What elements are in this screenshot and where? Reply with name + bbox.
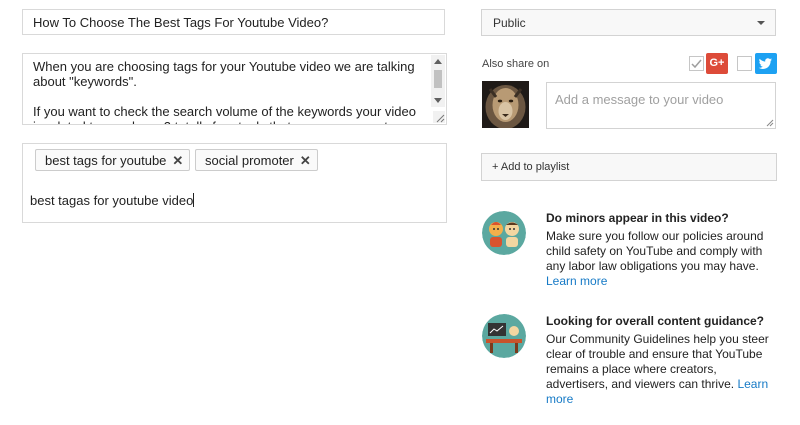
share-message-placeholder: Add a message to your video bbox=[555, 92, 724, 107]
twitter-icon[interactable] bbox=[755, 53, 777, 74]
scroll-up-icon[interactable] bbox=[434, 59, 442, 64]
resize-grip-icon[interactable] bbox=[764, 117, 774, 127]
description-text: When you are choosing tags for your Yout… bbox=[33, 59, 418, 124]
tag-chip: social promoter ✕ bbox=[195, 149, 318, 171]
presentation-icon bbox=[482, 314, 526, 358]
remove-tag-icon[interactable]: ✕ bbox=[300, 153, 311, 168]
tag-chip: best tags for youtube ✕ bbox=[35, 149, 191, 171]
children-icon bbox=[482, 211, 526, 255]
description-textarea[interactable]: When you are choosing tags for your Yout… bbox=[22, 53, 447, 125]
tag-input-text: best tagas for youtube video bbox=[30, 193, 194, 208]
remove-tag-icon[interactable]: ✕ bbox=[172, 153, 183, 168]
scroll-thumb[interactable] bbox=[434, 70, 442, 88]
minors-body: Make sure you follow our policies around… bbox=[546, 229, 776, 289]
privacy-selected-value: Public bbox=[493, 16, 526, 30]
minors-body-text: Make sure you follow our policies around… bbox=[546, 229, 764, 273]
guidance-title: Looking for overall content guidance? bbox=[546, 314, 765, 328]
privacy-dropdown[interactable]: Public bbox=[481, 9, 776, 36]
resize-grip-icon[interactable] bbox=[433, 111, 445, 123]
google-plus-icon[interactable]: G+ bbox=[706, 53, 728, 74]
tag-input[interactable]: best tagas for youtube video bbox=[30, 193, 195, 208]
add-to-playlist-button[interactable]: + Add to playlist bbox=[481, 153, 777, 181]
description-paragraph-2: If you want to check the search volume o… bbox=[33, 104, 416, 124]
minors-title: Do minors appear in this video? bbox=[546, 211, 729, 225]
chevron-down-icon bbox=[757, 21, 765, 25]
tag-label: best tags for youtube bbox=[45, 153, 167, 168]
description-paragraph-1: When you are choosing tags for your Yout… bbox=[33, 59, 415, 89]
checkmark-icon bbox=[691, 59, 702, 69]
guidance-body-text: Our Community Guidelines help you steer … bbox=[546, 332, 769, 391]
text-caret bbox=[193, 193, 195, 207]
tags-field[interactable]: best tags for youtube ✕ social promoter ✕ … bbox=[22, 143, 447, 223]
minors-learn-more-link[interactable]: Learn more bbox=[546, 274, 607, 288]
avatar bbox=[482, 81, 529, 128]
video-title-input[interactable]: How To Choose The Best Tags For Youtube … bbox=[22, 9, 445, 35]
twitter-checkbox[interactable] bbox=[737, 56, 752, 71]
description-scrollbar[interactable] bbox=[431, 55, 445, 107]
guidance-body: Our Community Guidelines help you steer … bbox=[546, 332, 776, 407]
share-message-input[interactable]: Add a message to your video bbox=[546, 82, 776, 129]
gplus-checkbox[interactable] bbox=[689, 56, 704, 71]
tag-label: social promoter bbox=[205, 153, 294, 168]
scroll-down-icon[interactable] bbox=[434, 98, 442, 103]
share-label: Also share on bbox=[482, 58, 550, 70]
